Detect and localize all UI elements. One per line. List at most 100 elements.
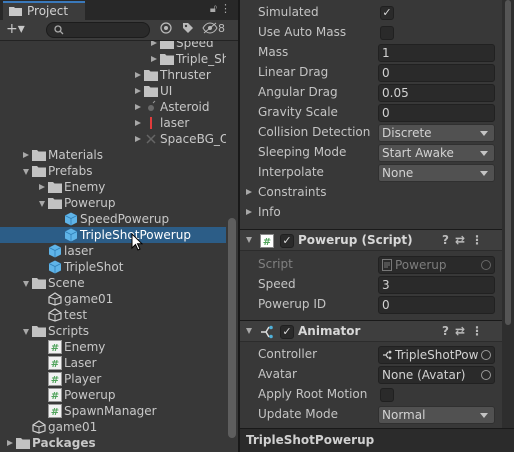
foldout-arrow-icon[interactable]: [151, 41, 157, 46]
tree-item[interactable]: Materials: [0, 147, 226, 163]
tree-item[interactable]: SpeedPowerup: [0, 211, 226, 227]
tree-item[interactable]: Prefabs: [0, 163, 226, 179]
tree-item[interactable]: Powerup: [0, 195, 226, 211]
create-button[interactable]: +▾: [6, 21, 25, 37]
animator-controller-icon: [383, 350, 392, 360]
search-input[interactable]: [46, 22, 150, 38]
folder-icon: [32, 278, 46, 289]
foldout-arrow-icon[interactable]: [23, 281, 29, 287]
tree-item[interactable]: SpaceBG_Ov: [0, 131, 236, 147]
foldout-arrow-icon[interactable]: [135, 88, 141, 94]
use-auto-mass-checkbox[interactable]: [380, 26, 394, 40]
tree-item-selected[interactable]: TripleShotPowerup: [0, 227, 226, 243]
help-icon[interactable]: ?: [442, 324, 455, 338]
powerup-enabled-checkbox[interactable]: ✓: [280, 234, 294, 248]
foldout-arrow-icon[interactable]: [7, 440, 13, 446]
speed-row: Speed 3: [240, 275, 514, 295]
gravity-scale-label[interactable]: Gravity Scale: [258, 105, 338, 119]
tree-item[interactable]: Triple_Sho: [0, 51, 237, 67]
apply-root-motion-checkbox[interactable]: [380, 388, 394, 402]
constraints-foldout[interactable]: Constraints: [240, 183, 514, 203]
tree-item[interactable]: Enemy: [0, 179, 226, 195]
tree-item[interactable]: Thruster: [0, 67, 226, 83]
foldout-arrow-icon[interactable]: [135, 72, 141, 78]
foldout-arrow-icon[interactable]: [135, 120, 141, 126]
update-mode-dropdown[interactable]: Normal: [378, 406, 495, 424]
tree-item[interactable]: test: [0, 307, 226, 323]
foldout-arrow-icon[interactable]: [39, 201, 45, 207]
sleeping-mode-dropdown[interactable]: Start Awake: [378, 144, 495, 162]
foldout-arrow-icon[interactable]: [151, 56, 157, 62]
object-picker-icon[interactable]: [481, 350, 491, 360]
tree-item[interactable]: UI: [0, 83, 226, 99]
simulated-checkbox[interactable]: ✓: [380, 6, 394, 20]
tree-item[interactable]: Scene: [0, 275, 226, 291]
tree-item[interactable]: # Enemy: [0, 339, 226, 355]
angular-drag-label[interactable]: Angular Drag: [258, 85, 338, 99]
foldout-arrow-icon[interactable]: [246, 328, 252, 334]
tree-item-label: test: [64, 308, 88, 322]
project-scrollbar-thumb[interactable]: [228, 218, 236, 438]
gravity-scale-row: Gravity Scale 0: [240, 103, 514, 123]
foldout-arrow-icon[interactable]: [23, 152, 29, 158]
linear-drag-label[interactable]: Linear Drag: [258, 65, 328, 79]
powerup-id-label[interactable]: Powerup ID: [258, 297, 326, 311]
hidden-packages-toggle[interactable]: 8: [202, 22, 234, 38]
tree-item[interactable]: TripleShot: [0, 259, 226, 275]
more-options-icon[interactable]: ⋮: [220, 2, 234, 15]
presets-icon[interactable]: ⇄: [455, 324, 471, 338]
info-foldout[interactable]: Info: [240, 203, 514, 223]
filter-by-type-icon[interactable]: [158, 22, 174, 38]
tree-item[interactable]: laser: [0, 115, 226, 131]
inspector-scrollbar-thumb[interactable]: [505, 0, 511, 325]
project-tree: Speed Triple_Sho Thruster UI Asteroid laser Sp…: [0, 41, 238, 452]
object-picker-icon[interactable]: [481, 370, 491, 380]
speed-label[interactable]: Speed: [258, 277, 296, 291]
mass-label[interactable]: Mass: [258, 45, 288, 59]
presets-icon[interactable]: ⇄: [455, 233, 471, 247]
filter-by-label-icon[interactable]: [180, 22, 196, 38]
project-toolbar: +▾ 8: [0, 20, 238, 41]
more-icon[interactable]: ⋮: [471, 324, 489, 338]
tree-item[interactable]: # SpawnManager: [0, 403, 226, 419]
help-icon[interactable]: ?: [442, 233, 455, 247]
animator-enabled-checkbox[interactable]: ✓: [280, 325, 294, 339]
foldout-arrow-icon[interactable]: [135, 104, 141, 110]
animator-header[interactable]: ✓ Animator ?⇄⋮: [240, 320, 514, 342]
tab-project[interactable]: Project: [3, 1, 85, 20]
controller-field[interactable]: TripleShotPow: [378, 346, 495, 364]
avatar-field[interactable]: None (Avatar): [378, 366, 495, 384]
preview-bar[interactable]: TripleShotPowerup: [240, 428, 514, 452]
tree-item[interactable]: # Laser: [0, 355, 226, 371]
tree-item[interactable]: Packages: [0, 435, 226, 451]
tree-item[interactable]: game01: [0, 419, 226, 435]
tree-item[interactable]: laser: [0, 243, 226, 259]
animator-icon: [261, 325, 273, 339]
tree-item-label: laser: [64, 244, 94, 258]
speed-field[interactable]: 3: [378, 276, 495, 294]
tree-item[interactable]: # Player: [0, 371, 226, 387]
tree-item[interactable]: Scripts: [0, 323, 226, 339]
script-file-icon: [382, 259, 392, 271]
foldout-arrow-icon[interactable]: [23, 329, 29, 335]
tree-item[interactable]: game01: [0, 291, 226, 307]
foldout-arrow-icon[interactable]: [135, 136, 141, 142]
interpolate-dropdown[interactable]: None: [378, 164, 495, 182]
more-icon[interactable]: ⋮: [471, 233, 489, 247]
foldout-arrow-icon[interactable]: [39, 184, 45, 190]
tree-item[interactable]: # Powerup: [0, 387, 226, 403]
lock-icon[interactable]: 🔓︎: [210, 2, 220, 15]
angular-drag-field[interactable]: 0.05: [378, 84, 495, 102]
csharp-script-icon: #: [48, 388, 62, 402]
collision-detection-row: Collision Detection Discrete: [240, 123, 514, 143]
powerup-script-header[interactable]: # ✓ Powerup (Script) ?⇄⋮: [240, 229, 514, 251]
tree-item[interactable]: Asteroid: [0, 99, 226, 115]
gravity-scale-field[interactable]: 0: [378, 104, 495, 122]
foldout-arrow-icon[interactable]: [246, 237, 252, 243]
linear-drag-field[interactable]: 0: [378, 64, 495, 82]
foldout-arrow-icon[interactable]: [23, 169, 29, 175]
powerup-id-field[interactable]: 0: [378, 296, 495, 314]
mass-field[interactable]: 1: [378, 44, 495, 62]
tree-item[interactable]: Speed: [0, 41, 226, 51]
collision-detection-dropdown[interactable]: Discrete: [378, 124, 495, 142]
